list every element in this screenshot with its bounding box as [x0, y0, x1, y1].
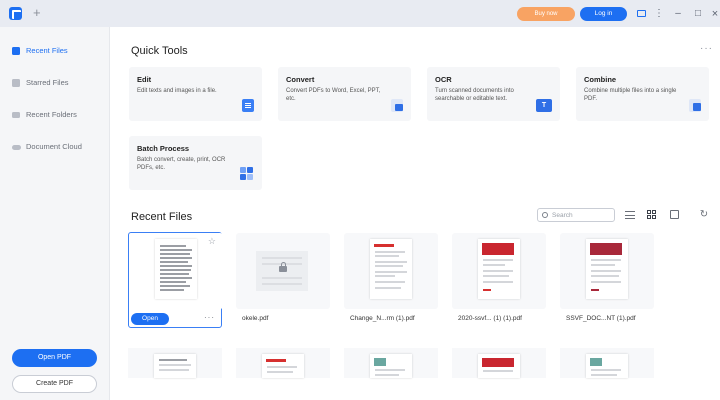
file-card[interactable]: Change_N...rm (1).pdf [344, 233, 438, 329]
tool-description: Turn scanned documents into searchable o… [435, 88, 514, 102]
star-icon [12, 79, 20, 87]
pdf-page-preview [478, 239, 520, 299]
file-thumbnail [344, 233, 438, 309]
file-card[interactable]: ☆ Open ··· [128, 232, 223, 328]
sidebar-item-label: Starred Files [26, 78, 69, 87]
file-card[interactable] [560, 348, 654, 378]
sidebar-item-starred-files[interactable]: Starred Files [0, 71, 110, 95]
app-logo [9, 7, 22, 20]
tool-title: Edit [137, 75, 152, 84]
sidebar-item-recent-folders[interactable]: Recent Folders [0, 103, 110, 127]
file-name: 2020-ssvf... (1) (1).pdf [458, 315, 522, 322]
open-file-button[interactable]: Open [131, 313, 169, 325]
cloud-icon [12, 145, 21, 150]
recent-files-title: Recent Files [131, 211, 193, 223]
pdf-page-preview [478, 354, 520, 378]
recent-files-icon [12, 47, 20, 55]
batch-process-icon [240, 167, 254, 181]
tool-description: Convert PDFs to Word, Excel, PPT, etc. [286, 88, 381, 102]
convert-icon [391, 99, 403, 112]
sidebar-item-document-cloud[interactable]: Document Cloud [0, 135, 110, 159]
open-pdf-button[interactable]: Open PDF [12, 349, 97, 367]
tool-title: OCR [435, 75, 452, 84]
file-card[interactable]: okele.pdf [236, 233, 330, 329]
tool-title: Batch Process [137, 144, 190, 153]
sidebar-item-label: Document Cloud [26, 142, 82, 151]
pdf-page-preview [155, 239, 197, 299]
create-pdf-button[interactable]: Create PDF [12, 375, 97, 393]
sidebar-item-label: Recent Folders [26, 110, 77, 119]
pdf-page-preview [154, 354, 196, 378]
quick-tools-more-icon[interactable]: ··· [700, 43, 713, 54]
tool-title: Convert [286, 75, 315, 84]
tool-card-convert[interactable]: Convert Convert PDFs to Word, Excel, PPT… [278, 67, 411, 121]
pdf-page-preview [586, 239, 628, 299]
pdf-page-preview [262, 354, 304, 378]
file-card[interactable] [344, 348, 438, 378]
file-name: Change_N...rm (1).pdf [350, 315, 415, 322]
file-card[interactable] [128, 348, 222, 378]
sidebar: Recent Files Starred Files Recent Folder… [0, 27, 110, 400]
file-card[interactable] [236, 348, 330, 378]
tool-card-edit[interactable]: Edit Edit texts and images in a file. [129, 67, 262, 121]
file-thumbnail [452, 233, 546, 309]
ocr-icon [536, 99, 552, 112]
search-icon [542, 212, 548, 218]
close-icon[interactable]: × [707, 6, 720, 22]
search-box[interactable] [537, 208, 615, 222]
title-bar: + Buy now Log in ⋮ – □ × [0, 0, 720, 27]
lock-icon [279, 262, 287, 272]
tool-description: Batch convert, create, print, OCR PDFs, … [137, 157, 226, 171]
folder-icon [12, 112, 20, 118]
file-card[interactable]: 2020-ssvf... (1) (1).pdf [452, 233, 546, 329]
combine-icon [689, 99, 701, 112]
tool-card-ocr[interactable]: OCR Turn scanned documents into searchab… [427, 67, 560, 121]
tool-description: Combine multiple files into a single PDF… [584, 88, 677, 102]
list-view-icon[interactable] [625, 210, 635, 220]
tool-card-batch-process[interactable]: Batch Process Batch convert, create, pri… [129, 136, 262, 190]
pdf-page-preview [370, 239, 412, 299]
tool-card-combine[interactable]: Combine Combine multiple files into a si… [576, 67, 709, 121]
new-tab-button[interactable]: + [33, 5, 41, 21]
more-icon[interactable]: ⋮ [651, 6, 667, 22]
file-cabinet-icon[interactable] [670, 210, 679, 219]
quick-tools-title: Quick Tools [131, 45, 188, 57]
file-name: SSVF_DOC...NT (1).pdf [566, 315, 636, 322]
sidebar-item-label: Recent Files [26, 46, 68, 55]
file-name: okele.pdf [242, 315, 269, 322]
maximize-icon[interactable]: □ [690, 6, 706, 22]
file-thumbnail [560, 233, 654, 309]
more-icon[interactable]: ··· [204, 313, 215, 322]
tool-description: Edit texts and images in a file. [137, 88, 217, 94]
grid-view-icon[interactable] [647, 210, 657, 220]
file-thumbnail [236, 233, 330, 309]
star-icon[interactable]: ☆ [208, 236, 216, 247]
file-card[interactable] [452, 348, 546, 378]
minimize-icon[interactable]: – [670, 6, 686, 22]
tool-title: Combine [584, 75, 617, 84]
pdf-page-preview [586, 354, 628, 378]
buy-now-button[interactable]: Buy now [517, 7, 575, 21]
edit-icon [242, 99, 254, 112]
refresh-icon[interactable]: ↻ [699, 210, 709, 220]
search-input[interactable] [552, 210, 612, 220]
main-content: Quick Tools ··· Edit Edit texts and imag… [110, 27, 720, 400]
file-card[interactable]: SSVF_DOC...NT (1).pdf [560, 233, 654, 329]
sidebar-item-recent-files[interactable]: Recent Files [0, 39, 110, 63]
log-in-button[interactable]: Log in [580, 7, 627, 21]
pdf-page-preview [370, 354, 412, 378]
message-icon[interactable] [633, 6, 649, 22]
